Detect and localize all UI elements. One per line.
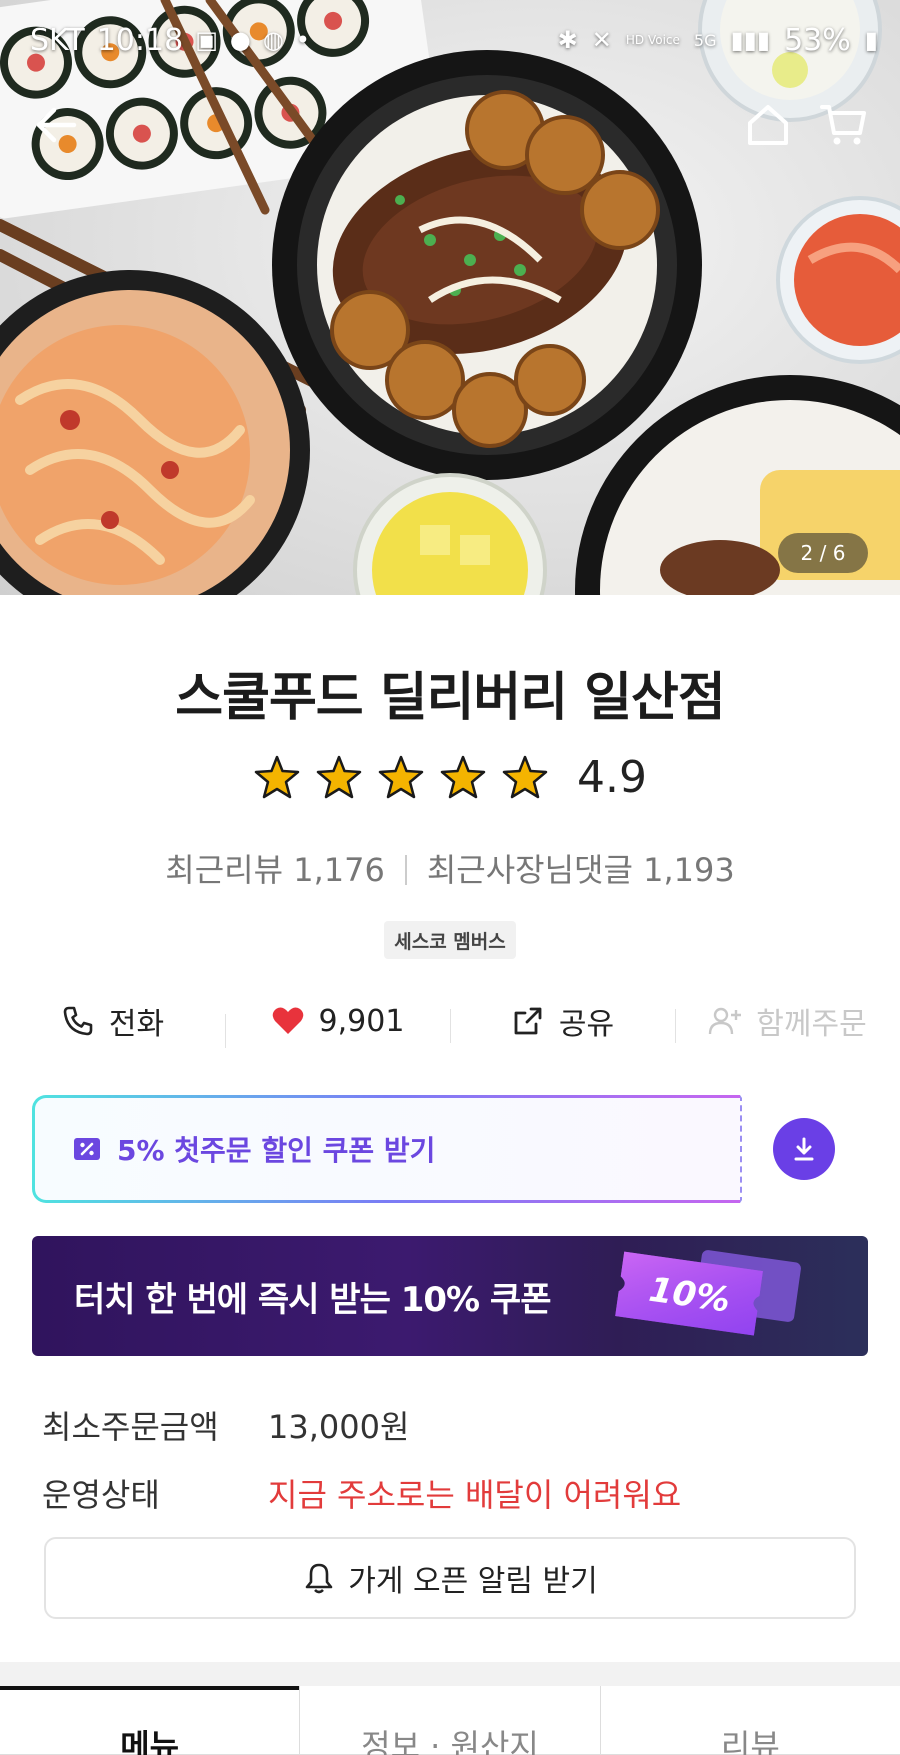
group-order-button[interactable]: 함께주문 bbox=[675, 999, 900, 1043]
hero-nav bbox=[30, 95, 870, 155]
heart-icon bbox=[272, 1007, 303, 1034]
star-icon bbox=[254, 755, 300, 798]
group-order-label: 함께주문 bbox=[756, 1007, 867, 1042]
like-count: 9,901 bbox=[318, 1003, 405, 1039]
min-order-row: 최소주문금액 13,000원 bbox=[42, 1402, 409, 1448]
alarm-label: 가게 오픈 알림 받기 bbox=[348, 1564, 598, 1599]
bell-icon bbox=[305, 1563, 333, 1594]
battery-icon: ▮ bbox=[864, 26, 878, 54]
gallery-icon: ▣ bbox=[195, 26, 218, 54]
star-icon bbox=[440, 755, 486, 798]
coupon-percent-icon bbox=[74, 1138, 100, 1160]
add-person-icon bbox=[709, 1007, 742, 1035]
share-icon bbox=[514, 1007, 542, 1035]
cesco-badge: 세스코 멤버스 bbox=[384, 921, 516, 959]
home-icon[interactable] bbox=[742, 99, 794, 151]
back-arrow-icon[interactable] bbox=[30, 99, 82, 151]
star-icon bbox=[316, 755, 362, 798]
star-icon bbox=[378, 755, 424, 798]
min-order-value: 13,000원 bbox=[268, 1408, 410, 1446]
like-button[interactable]: 9,901 bbox=[225, 1003, 450, 1048]
recent-reviews-link[interactable]: 최근리뷰 1,176 bbox=[165, 851, 385, 889]
coupon-download[interactable] bbox=[740, 1095, 868, 1203]
coupon-label: 5% 첫주문 할인 쿠폰 받기 bbox=[117, 1134, 436, 1167]
battery-label: 53% bbox=[784, 22, 851, 58]
download-icon[interactable] bbox=[772, 1118, 835, 1180]
coupon-body[interactable]: 5% 첫주문 할인 쿠폰 받기 bbox=[32, 1095, 740, 1203]
talk-icon: ◍ bbox=[262, 26, 284, 54]
owner-replies-link[interactable]: 최근사장님댓글 1,193 bbox=[427, 851, 735, 889]
notification-icon: ● bbox=[229, 26, 251, 54]
review-separator bbox=[404, 855, 407, 885]
bluetooth-icon: ✱ bbox=[557, 26, 578, 54]
coupon-banner[interactable]: 터치 한 번에 즉시 받는 10% 쿠폰 10% bbox=[32, 1236, 868, 1356]
first-order-coupon[interactable]: 5% 첫주문 할인 쿠폰 받기 bbox=[32, 1095, 868, 1203]
tab-info-origin[interactable]: 정보 · 원산지 bbox=[299, 1686, 601, 1755]
clock: 10:18 bbox=[96, 22, 184, 58]
star-icon bbox=[502, 755, 548, 798]
signal-icon: ▮▮▮ bbox=[730, 26, 771, 54]
status-row: 운영상태 지금 주소로는 배달이 어려워요 bbox=[42, 1470, 681, 1516]
store-open-alarm-button[interactable]: 가게 오픈 알림 받기 bbox=[44, 1537, 856, 1619]
carrier-label: SKT bbox=[30, 22, 85, 58]
status-bar: SKT 10:18 ▣ ● ◍ • ✱ ✕ HD Voice 5G ▮▮▮ 53… bbox=[30, 18, 878, 62]
call-label: 전화 bbox=[108, 1007, 165, 1042]
call-button[interactable]: 전화 bbox=[0, 999, 225, 1043]
review-counts: 최근리뷰 1,176 최근사장님댓글 1,193 bbox=[0, 845, 900, 891]
rating-score: 4.9 bbox=[577, 752, 647, 803]
hero-image[interactable]: SKT 10:18 ▣ ● ◍ • ✱ ✕ HD Voice 5G ▮▮▮ 53… bbox=[0, 0, 900, 595]
dot-icon: • bbox=[295, 26, 310, 54]
rating-row: 4.9 bbox=[0, 752, 900, 803]
food-photo bbox=[0, 0, 900, 595]
cart-icon[interactable] bbox=[818, 99, 870, 151]
status-value: 지금 주소로는 배달이 어려워요 bbox=[268, 1476, 682, 1514]
banner-text: 터치 한 번에 즉시 받는 10% 쿠폰 bbox=[74, 1279, 551, 1320]
tab-reviews[interactable]: 리뷰 bbox=[601, 1686, 900, 1755]
image-pager: 2 / 6 bbox=[778, 533, 868, 573]
min-order-label: 최소주문금액 bbox=[42, 1408, 219, 1446]
phone-icon bbox=[63, 1006, 93, 1036]
tab-menu[interactable]: 메뉴 bbox=[0, 1686, 300, 1755]
mute-icon: ✕ bbox=[591, 26, 612, 54]
network-label: 5G bbox=[693, 30, 717, 50]
share-label: 공유 bbox=[558, 1007, 615, 1042]
coupon-ticket-icon: 10% bbox=[615, 1250, 801, 1336]
store-tabs: 메뉴 정보 · 원산지 리뷰 bbox=[0, 1686, 900, 1755]
section-divider bbox=[0, 1662, 900, 1686]
action-bar: 전화 9,901 공유 함께주문 bbox=[0, 990, 900, 1052]
share-button[interactable]: 공유 bbox=[450, 999, 675, 1043]
store-name: 스쿨푸드 딜리버리 일산점 bbox=[175, 668, 725, 728]
status-label: 운영상태 bbox=[42, 1476, 160, 1514]
hd-voice-icon: HD Voice bbox=[625, 33, 680, 47]
